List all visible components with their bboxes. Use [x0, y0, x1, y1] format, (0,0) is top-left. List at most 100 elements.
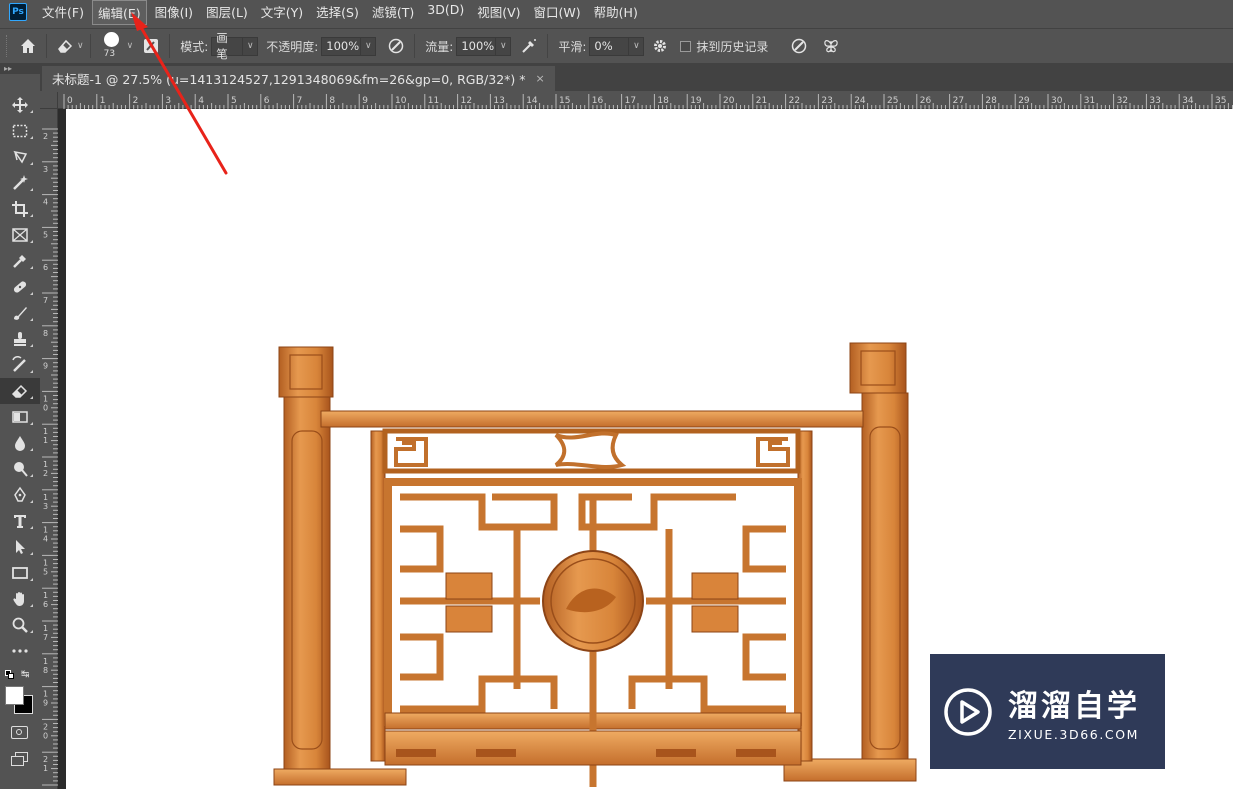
move-tool-button[interactable]	[0, 92, 40, 118]
history-brush-tool-button[interactable]	[0, 352, 40, 378]
smoothing-field[interactable]: 0%	[589, 36, 630, 56]
chevron-down-icon[interactable]: ∨	[127, 41, 134, 51]
ruler-label: 5	[231, 96, 237, 106]
horizontal-ruler[interactable]: 0 1 2 3 4 5 6 7 8 9 10 11 12 13 14 15 16 17 18 19 20 21 22 23 24…	[58, 92, 1233, 109]
close-icon[interactable]: ×	[536, 72, 545, 85]
menu-item-2[interactable]: 图像(I)	[150, 0, 198, 25]
menu-item-0[interactable]: 文件(F)	[37, 0, 89, 25]
lasso-tool-button[interactable]	[0, 144, 40, 170]
default-colors-icon[interactable]	[5, 670, 15, 680]
menu-item-1[interactable]: 编辑(E)	[91, 0, 147, 25]
ruler-label: 0	[43, 731, 48, 740]
ruler-label: 32	[1117, 96, 1128, 106]
brush-tool-button[interactable]	[0, 300, 40, 326]
ruler-label: 27	[953, 96, 964, 106]
tool-group-indicator	[30, 448, 33, 451]
path-selection-tool-button[interactable]	[0, 534, 40, 560]
ruler-label: 9	[43, 362, 48, 371]
rectangle-tool-icon	[12, 567, 28, 579]
ruler-label: 2	[43, 469, 48, 478]
document-tab[interactable]: 未标题-1 @ 27.5% (u=1413124527,1291348069&f…	[42, 66, 555, 91]
tool-group-indicator	[30, 110, 33, 113]
move-tool-icon	[12, 97, 28, 113]
eraser-tool-button[interactable]	[0, 378, 40, 404]
watermark-url: ZIXUE.3D66.COM	[1008, 727, 1140, 742]
ruler-label: 1	[43, 436, 48, 445]
healing-brush-tool-button[interactable]	[0, 274, 40, 300]
flow-field[interactable]: 100%	[456, 36, 497, 56]
type-tool-button[interactable]	[0, 508, 40, 534]
type-tool-icon	[14, 515, 26, 528]
swap-colors-icon[interactable]: ↹	[21, 669, 29, 680]
clone-stamp-tool-button[interactable]	[0, 326, 40, 352]
mode-label: 模式:	[180, 39, 209, 54]
ruler-origin[interactable]	[40, 92, 58, 109]
mode-select[interactable]: 画笔	[211, 31, 244, 61]
ruler-label: 4	[43, 198, 48, 207]
eyedropper-tool-button[interactable]	[0, 248, 40, 274]
erase-history-checkbox[interactable]	[680, 40, 692, 52]
menu-item-4[interactable]: 文字(Y)	[256, 0, 308, 25]
chevron-down-icon[interactable]: ∨	[243, 36, 259, 56]
gear-icon[interactable]	[648, 34, 672, 58]
quick-mask-icon[interactable]	[11, 726, 28, 739]
crop-tool-button[interactable]	[0, 196, 40, 222]
home-icon[interactable]	[16, 34, 40, 58]
frame-tool-button[interactable]	[0, 222, 40, 248]
menu-item-9[interactable]: 窗口(W)	[529, 0, 586, 25]
separator	[89, 34, 91, 58]
more-tools-button[interactable]	[0, 638, 40, 664]
menu-item-8[interactable]: 视图(V)	[472, 0, 525, 25]
rectangular-marquee-tool-button[interactable]	[0, 118, 40, 144]
pen-tool-button[interactable]	[0, 482, 40, 508]
ruler-label: 2	[133, 96, 139, 106]
hand-tool-button[interactable]	[0, 586, 40, 612]
ruler-label: 1	[43, 394, 48, 403]
hand-tool-icon	[13, 592, 24, 606]
opacity-field[interactable]: 100%	[321, 36, 362, 56]
blur-tool-button[interactable]	[0, 430, 40, 456]
toolbar-grip[interactable]: ▸▸	[0, 64, 40, 74]
foreground-color-swatch[interactable]	[5, 686, 24, 705]
rectangle-tool-button[interactable]	[0, 560, 40, 586]
zoom-tool-button[interactable]	[0, 612, 40, 638]
tool-group-indicator	[30, 474, 33, 477]
screen-mode-icon[interactable]	[11, 752, 28, 766]
rectangular-marquee-tool-icon	[12, 124, 28, 138]
ruler-label: 28	[985, 96, 997, 106]
chevron-down-icon[interactable]: ∨	[361, 36, 377, 56]
chevron-down-icon[interactable]: ∨	[629, 36, 645, 56]
brush-size-picker[interactable]: 73	[97, 29, 127, 63]
airbrush-icon[interactable]	[517, 34, 541, 58]
ruler-label: 4	[43, 535, 48, 544]
options-bar-grip[interactable]	[6, 35, 10, 57]
magic-wand-tool-button[interactable]	[0, 170, 40, 196]
gradient-tool-button[interactable]	[0, 404, 40, 430]
ruler-label: 30	[1051, 96, 1063, 106]
symmetry-butterfly-icon[interactable]	[819, 34, 843, 58]
tool-group-indicator	[30, 370, 33, 373]
menu-item-5[interactable]: 选择(S)	[311, 0, 364, 25]
smoothing-label: 平滑:	[558, 39, 587, 54]
menu-item-3[interactable]: 图层(L)	[201, 0, 253, 25]
pressure-size-icon[interactable]	[787, 34, 811, 58]
menu-item-7[interactable]: 3D(D)	[422, 0, 469, 25]
tools-panel: ↹	[0, 92, 40, 789]
tool-group-indicator	[30, 552, 33, 555]
menu-item-6[interactable]: 滤镜(T)	[367, 0, 419, 25]
pressure-opacity-icon[interactable]	[384, 34, 408, 58]
ruler-label: 12	[461, 96, 472, 106]
eraser-preset-icon[interactable]	[53, 34, 77, 58]
blur-tool-icon	[15, 436, 25, 451]
ruler-label: 22	[789, 96, 800, 106]
chevron-down-icon[interactable]: ∨	[496, 36, 512, 56]
ruler-label: 8	[329, 96, 335, 106]
ruler-label: 1	[43, 526, 48, 535]
dodge-tool-button[interactable]	[0, 456, 40, 482]
ruler-label: 11	[428, 96, 439, 106]
chevron-down-icon[interactable]: ∨	[77, 41, 84, 51]
vertical-ruler[interactable]: 23456789101112131415161718192021	[40, 109, 58, 789]
pen-tool-icon	[14, 486, 26, 502]
brush-settings-icon[interactable]	[139, 34, 163, 58]
menu-item-10[interactable]: 帮助(H)	[589, 0, 643, 25]
